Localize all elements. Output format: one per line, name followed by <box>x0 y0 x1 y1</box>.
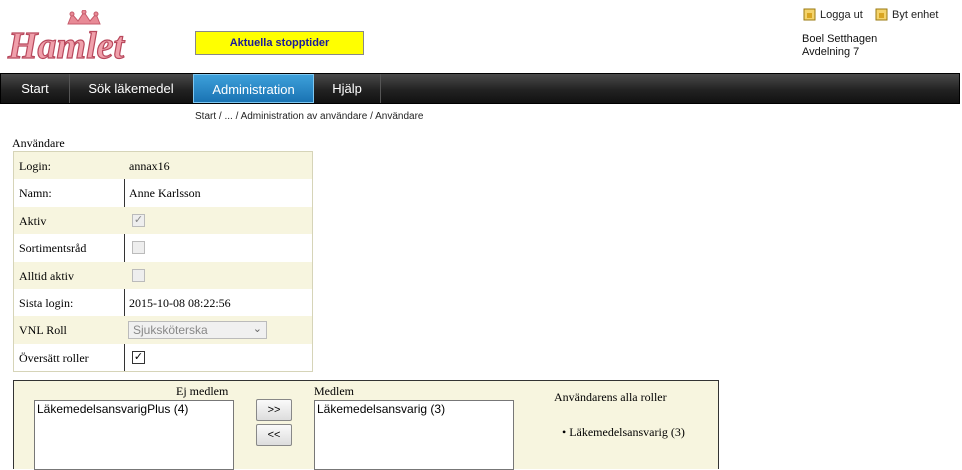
name-label: Namn: <box>19 186 52 201</box>
hamlet-logo: Hamlet <box>6 9 156 68</box>
row-login: Login: annax16 <box>14 152 312 180</box>
user-unit: Avdelning 7 <box>802 46 860 58</box>
list-item[interactable]: Läkemedelsansvarig (3) <box>317 402 511 416</box>
user-details-table: Login: annax16 Namn: Anne Karlsson Aktiv… <box>13 151 313 373</box>
row-active: Aktiv ✓ <box>14 206 312 235</box>
active-checkbox: ✓ <box>132 213 145 227</box>
last-login-label: Sista login: <box>19 295 74 310</box>
always-active-checkbox <box>132 268 145 282</box>
always-active-label: Alltid aktiv <box>19 268 74 283</box>
vnl-role-selected: Sjuksköterska <box>133 323 208 338</box>
all-roles-list: • Läkemedelsansvarig (3) <box>562 425 685 440</box>
active-label: Aktiv <box>19 213 47 228</box>
translate-roles-checkbox[interactable]: ✓ <box>132 350 145 364</box>
login-label: Login: <box>19 159 51 173</box>
vnl-role-label: VNL Roll <box>19 323 67 338</box>
not-member-listbox[interactable]: LäkemedelsansvarigPlus (4) <box>34 400 234 470</box>
chevron-down-icon: ⌄ <box>252 323 262 336</box>
current-stop-times-button[interactable]: Aktuella stopptider <box>195 31 364 55</box>
member-listbox[interactable]: Läkemedelsansvarig (3) <box>314 400 514 470</box>
last-login-value: 2015-10-08 08:22:56 <box>129 295 231 310</box>
row-vnl-role: VNL Roll Sjuksköterska ⌄ <box>14 316 312 344</box>
logout-link[interactable]: Logga ut <box>803 8 863 21</box>
member-label: Medlem <box>314 384 354 398</box>
row-always-active: Alltid aktiv <box>14 261 312 289</box>
row-last-login: Sista login: 2015-10-08 08:22:56 <box>14 289 312 316</box>
switch-unit-link[interactable]: Byt enhet <box>875 8 938 21</box>
switch-unit-label: Byt enhet <box>892 8 939 21</box>
assortment-council-checkbox <box>132 241 145 255</box>
nav-start[interactable]: Start <box>1 74 70 103</box>
login-value: annax16 <box>129 159 170 173</box>
breadcrumb: Start / ... / Administration av användar… <box>195 111 424 122</box>
assortment-council-label: Sortimentsråd <box>19 241 87 256</box>
logout-label: Logga ut <box>820 8 863 21</box>
lock-icon <box>875 8 888 21</box>
logo-text: Hamlet <box>7 25 126 66</box>
user-name: Boel Setthagen <box>802 33 878 45</box>
nav-help[interactable]: Hjälp <box>314 74 381 103</box>
all-roles-label: Användarens alla roller <box>554 390 667 404</box>
row-name: Namn: Anne Karlsson <box>14 179 312 206</box>
name-value: Anne Karlsson <box>129 186 201 201</box>
row-assortment-council: Sortimentsråd <box>14 234 312 261</box>
vnl-role-select[interactable]: Sjuksköterska ⌄ <box>128 321 267 340</box>
list-item[interactable]: LäkemedelsansvarigPlus (4) <box>37 402 231 416</box>
not-member-label: Ej medlem <box>176 384 229 398</box>
remove-role-button[interactable]: << <box>256 424 292 446</box>
nav-administration[interactable]: Administration <box>193 74 314 103</box>
main-navigation: Start Sök läkemedel Administration Hjälp <box>0 73 960 104</box>
list-item: Läkemedelsansvarig (3) <box>569 425 685 439</box>
translate-roles-label: Översätt roller <box>19 350 89 365</box>
row-translate-roles: Översätt roller ✓ <box>14 344 312 371</box>
roles-panel: Ej medlem Medlem Användarens alla roller… <box>13 380 719 470</box>
add-role-button[interactable]: >> <box>256 399 292 421</box>
nav-search-drugs[interactable]: Sök läkemedel <box>69 74 194 103</box>
lock-icon <box>803 8 816 21</box>
section-title: Användare <box>12 136 65 150</box>
